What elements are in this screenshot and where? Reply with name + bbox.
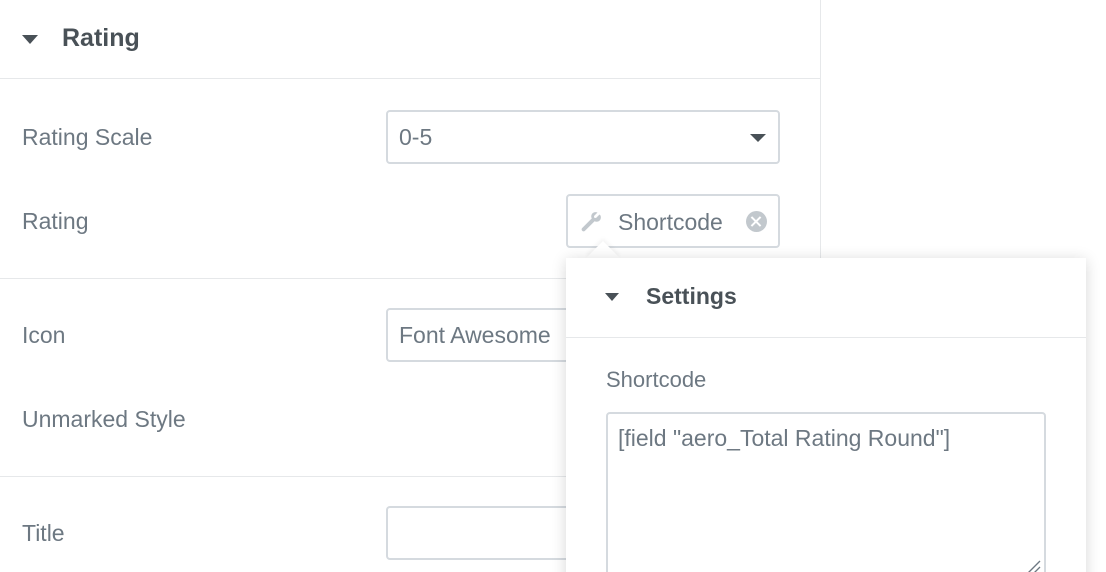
rating-scale-value: 0-5	[399, 124, 433, 150]
rating-scale-label: Rating Scale	[22, 124, 153, 150]
rating-scale-select[interactable]: 0-5	[386, 110, 780, 164]
caret-down-icon[interactable]	[605, 293, 619, 301]
resize-handle-icon[interactable]	[1025, 558, 1041, 572]
dynamic-tag-shortcode[interactable]: Shortcode	[566, 194, 780, 248]
chevron-down-icon	[750, 134, 766, 142]
popover-title: Settings	[646, 283, 737, 309]
dynamic-tag-label: Shortcode	[618, 209, 723, 235]
title-label: Title	[22, 520, 65, 546]
shortcode-textarea[interactable]: [field "aero_Total Rating Round"]	[606, 412, 1046, 572]
close-icon[interactable]	[746, 211, 767, 232]
icon-value: Font Awesome	[399, 322, 551, 348]
settings-popover: Settings Shortcode [field "aero_Total Ra…	[566, 258, 1086, 572]
caret-down-icon[interactable]	[22, 35, 38, 44]
unmarked-style-label: Unmarked Style	[22, 406, 186, 432]
shortcode-label: Shortcode	[606, 367, 707, 392]
icon-label: Icon	[22, 322, 66, 348]
rating-section-header[interactable]: Rating	[0, 0, 820, 79]
rating-label: Rating	[22, 208, 89, 234]
section-title: Rating	[62, 24, 140, 52]
popover-header[interactable]: Settings	[566, 258, 1086, 338]
wrench-icon	[579, 210, 603, 239]
